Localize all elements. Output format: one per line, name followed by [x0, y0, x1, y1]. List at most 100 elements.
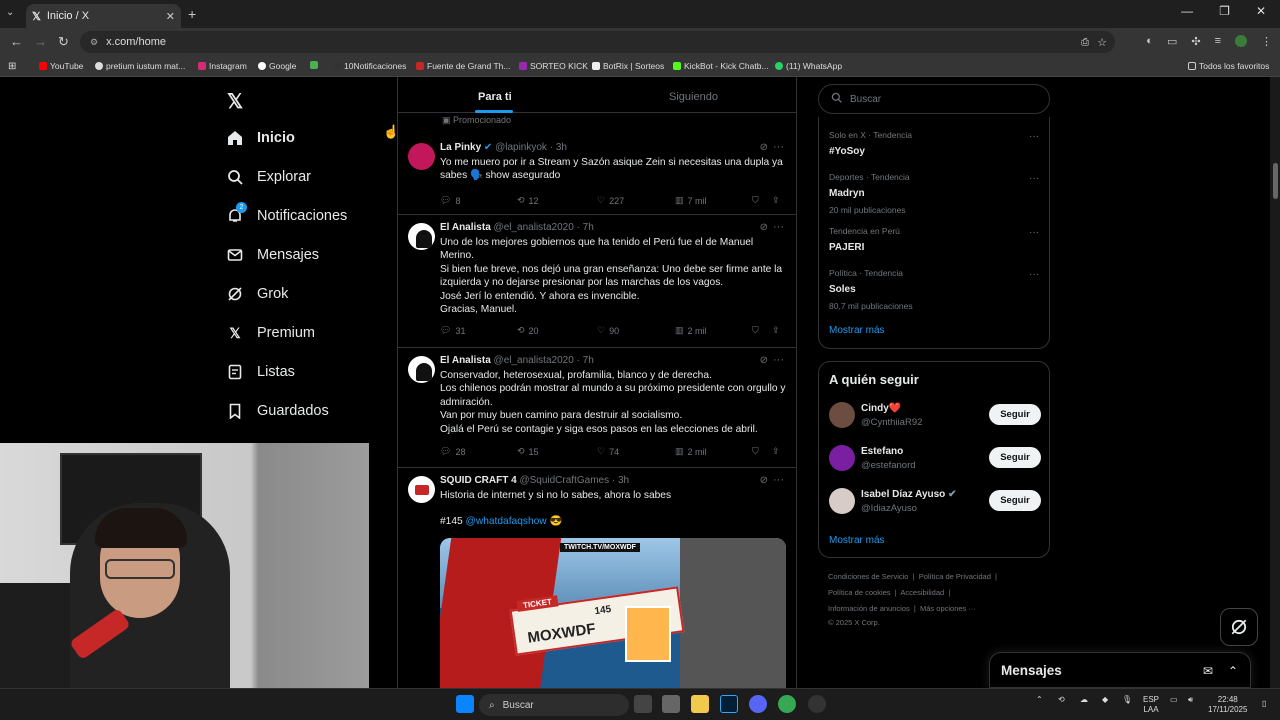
- tray-icon[interactable]: ◆: [1102, 695, 1108, 705]
- follow-suggestion[interactable]: Estefano @estefanord Seguir: [829, 445, 1041, 475]
- author-handle[interactable]: @SquidCraftGames · 3h: [519, 475, 629, 486]
- avatar[interactable]: [408, 356, 435, 383]
- bookmark-button[interactable]: ⛉: [752, 325, 759, 336]
- restore-button[interactable]: ❐: [1219, 4, 1230, 18]
- tab-list-button[interactable]: ⌄: [6, 7, 14, 18]
- avatar[interactable]: [408, 143, 435, 170]
- clock[interactable]: 22:48 17/11/2025: [1208, 695, 1247, 715]
- more-options-icon[interactable]: ···: [773, 474, 784, 486]
- avatar[interactable]: [829, 488, 855, 514]
- views-button[interactable]: ▥ 7 mil: [675, 195, 707, 206]
- language-indicator[interactable]: ESP LAA: [1143, 695, 1159, 715]
- bookmark-whatsapp[interactable]: (11) WhatsApp: [775, 61, 842, 71]
- author-name[interactable]: El Analista: [440, 222, 491, 233]
- close-tab-icon[interactable]: ✕: [166, 10, 175, 23]
- tweet[interactable]: El Analista @el_analista2020 · 7h ⊘ ··· …: [398, 215, 796, 348]
- x-logo-icon[interactable]: 𝕏: [227, 89, 243, 114]
- all-bookmarks[interactable]: Todos los favoritos: [1188, 61, 1269, 71]
- tab-para-ti[interactable]: Para ti: [478, 91, 512, 103]
- nav-item-grok[interactable]: Grok: [227, 286, 288, 302]
- trend-item[interactable]: Tendencia en Perú PAJERI: [829, 226, 900, 253]
- mic-icon[interactable]: 🎙︎: [1122, 695, 1132, 705]
- messages-dock[interactable]: Mensajes ✉ ⌃: [989, 652, 1251, 688]
- new-tab-button[interactable]: +: [188, 6, 196, 22]
- views-button[interactable]: ▥ 2 mil: [675, 446, 707, 457]
- more-options-icon[interactable]: ···: [773, 354, 784, 366]
- avatar[interactable]: [408, 223, 435, 250]
- tray-chevron-icon[interactable]: ⌃: [1036, 695, 1043, 705]
- bookmark-10notificaciones[interactable]: 10Notificaciones: [333, 61, 406, 71]
- share-button[interactable]: ⇪: [772, 195, 780, 206]
- tweet[interactable]: El Analista @el_analista2020 · 7h ⊘ ··· …: [398, 348, 796, 468]
- author-handle[interactable]: @el_analista2020 · 7h: [494, 355, 594, 366]
- like-button[interactable]: ♡ 227: [597, 195, 624, 206]
- start-icon[interactable]: [456, 695, 474, 713]
- address-bar[interactable]: ⚙ x.com/home ⎙ ☆: [80, 31, 1115, 53]
- bookmark-instagram[interactable]: Instagram: [198, 61, 247, 71]
- taskbar-search[interactable]: ⌕ Buscar: [479, 694, 629, 716]
- extension-icon[interactable]: ▭: [1167, 35, 1177, 48]
- retweet-button[interactable]: ⟲ 12: [517, 195, 539, 206]
- bookmark-button[interactable]: ⛉: [752, 195, 759, 206]
- back-icon[interactable]: ←: [10, 34, 23, 49]
- nav-item-premium[interactable]: 𝕏 Premium: [227, 325, 315, 342]
- forward-icon[interactable]: →: [34, 34, 47, 49]
- expand-icon[interactable]: ⌃: [1228, 664, 1238, 678]
- retweet-button[interactable]: ⟲ 15: [517, 446, 539, 457]
- bookmark-grand-theft[interactable]: Fuente de Grand Th...: [416, 61, 510, 71]
- trend-more-icon[interactable]: ···: [1029, 131, 1039, 142]
- trend-item[interactable]: Política · Tendencia Soles 80,7 mil public…: [829, 268, 913, 311]
- bookmark-botrix[interactable]: BotRix | Sorteos: [592, 61, 664, 71]
- bookmark-google[interactable]: Google: [258, 61, 296, 71]
- apps-grid-icon[interactable]: ⊞: [8, 61, 16, 72]
- nav-item-explorar[interactable]: Explorar: [227, 169, 311, 185]
- site-info-icon[interactable]: ⚙: [90, 37, 98, 48]
- minimize-button[interactable]: —: [1181, 4, 1193, 18]
- bookmark-kickbot[interactable]: KickBot - Kick Chatb...: [673, 61, 769, 71]
- bookmark-button[interactable]: ⛉: [752, 446, 759, 457]
- follow-button[interactable]: Seguir: [989, 404, 1041, 425]
- author-handle[interactable]: @el_analista2020 · 7h: [494, 222, 594, 233]
- author-name[interactable]: SQUID CRAFT 4: [440, 475, 517, 486]
- extensions-puzzle-icon[interactable]: ✣: [1191, 35, 1200, 48]
- footer-link[interactable]: Información de anuncios: [828, 604, 910, 613]
- nav-item-guardados[interactable]: Guardados: [227, 403, 329, 419]
- task-view-icon[interactable]: [634, 695, 652, 713]
- media-icon[interactable]: ≡: [1215, 35, 1221, 48]
- file-explorer-icon[interactable]: [691, 695, 709, 713]
- author-name[interactable]: El Analista: [440, 355, 491, 366]
- grok-explain-icon[interactable]: ⊘: [760, 355, 768, 366]
- reply-button[interactable]: 💬︎ 28: [440, 446, 465, 457]
- author-handle[interactable]: @lapinkyok · 3h: [495, 142, 567, 153]
- share-button[interactable]: ⇪: [772, 325, 780, 336]
- like-button[interactable]: ♡ 90: [597, 325, 619, 336]
- profile-avatar[interactable]: [1235, 35, 1247, 47]
- footer-link[interactable]: Política de Privacidad: [919, 572, 991, 581]
- show-more-people-link[interactable]: Mostrar más: [829, 535, 885, 546]
- grok-explain-icon[interactable]: ⊘: [760, 475, 768, 486]
- app-icon[interactable]: [808, 695, 826, 713]
- bookmark-youtube[interactable]: YouTube: [39, 61, 83, 71]
- search-input[interactable]: Buscar: [818, 84, 1050, 114]
- chrome-icon[interactable]: [778, 695, 796, 713]
- tweet[interactable]: SQUID CRAFT 4 @SquidCraftGames · 3h ⊘ ··…: [398, 468, 796, 688]
- trend-item[interactable]: Deportes · Tendencia Madryn 20 mil publica…: [829, 172, 910, 215]
- extension-icon[interactable]: ◐: [1146, 35, 1153, 48]
- nav-item-notificaciones[interactable]: 2 Notificaciones: [227, 202, 347, 224]
- avatar[interactable]: [829, 445, 855, 471]
- scrollbar-thumb[interactable]: [1273, 163, 1278, 199]
- bookmark-sorteo-kick[interactable]: SORTEO KICK: [519, 61, 588, 71]
- footer-link[interactable]: Condiciones de Servicio: [828, 572, 908, 581]
- author-name[interactable]: La Pinky: [440, 142, 481, 153]
- trend-more-icon[interactable]: ···: [1029, 269, 1039, 280]
- volume-icon[interactable]: 🔊︎: [1188, 695, 1193, 705]
- notification-center-icon[interactable]: ▯: [1262, 699, 1266, 709]
- grok-explain-icon[interactable]: ⊘: [760, 142, 768, 153]
- share-button[interactable]: ⇪: [772, 446, 780, 457]
- bookmark-pretium[interactable]: pretium iustum mat...: [95, 61, 185, 71]
- retweet-button[interactable]: ⟲ 20: [517, 325, 539, 336]
- more-options-icon[interactable]: ···: [773, 221, 784, 233]
- nav-item-mensajes[interactable]: Mensajes: [227, 247, 319, 263]
- footer-link[interactable]: Accesibilidad: [900, 588, 944, 597]
- views-button[interactable]: ▥ 2 mil: [675, 325, 707, 336]
